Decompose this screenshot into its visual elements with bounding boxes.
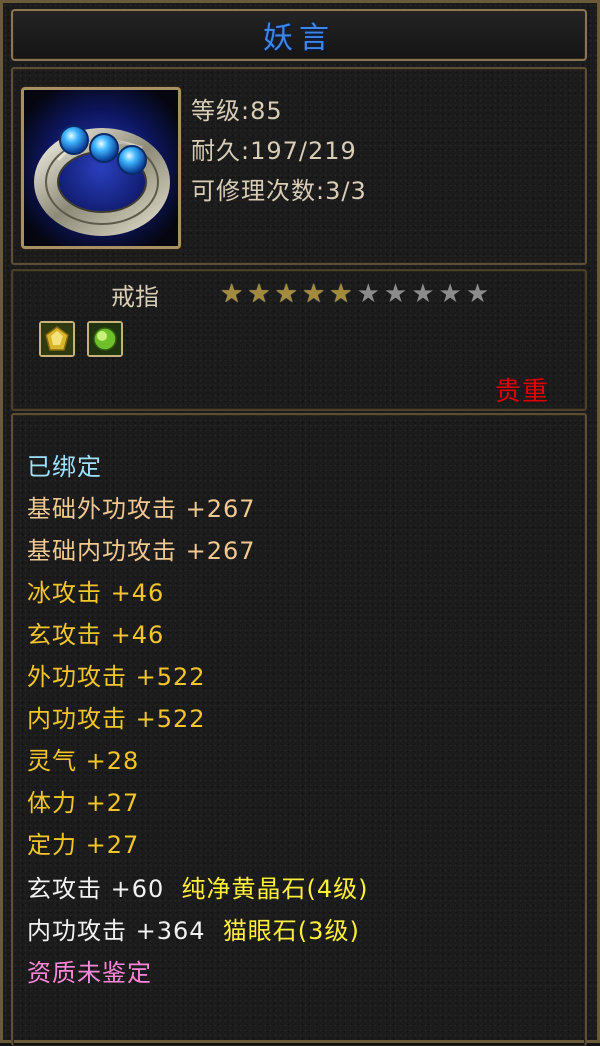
base-attribute: 基础内功攻击 +267 <box>27 537 256 565</box>
gem-name: 纯净黄晶石(4级) <box>181 875 369 903</box>
star-empty-icon: ★ <box>465 279 490 309</box>
gem-stat: 内功攻击 +364 <box>27 917 206 945</box>
gem-name: 猫眼石(3级) <box>222 917 360 945</box>
star-empty-icon: ★ <box>383 279 408 309</box>
star-empty-icon: ★ <box>411 279 435 309</box>
star-filled-icon: ★ <box>247 279 271 309</box>
bonus-attribute: 灵气 +28 <box>27 747 140 775</box>
star-filled-icon: ★ <box>301 279 326 309</box>
gem-slot-2[interactable] <box>87 321 123 357</box>
item-type-label: 戒指 <box>111 283 159 311</box>
star-rating: ★ ★ ★ ★ ★ ★ ★ ★ ★ ★ <box>220 281 489 307</box>
star-empty-icon: ★ <box>356 279 380 309</box>
bound-status: 已绑定 <box>27 453 102 481</box>
base-attribute: 基础外功攻击 +267 <box>27 495 256 523</box>
quality-status: 资质未鉴定 <box>27 959 152 987</box>
rarity-label: 贵重 <box>494 377 549 407</box>
star-filled-icon: ★ <box>274 279 298 309</box>
bonus-attribute: 内功攻击 +522 <box>27 705 206 733</box>
bonus-attribute: 体力 +27 <box>27 789 140 817</box>
green-gem-icon <box>89 323 121 355</box>
star-filled-icon: ★ <box>220 279 244 309</box>
item-name: 妖言 <box>263 21 335 56</box>
repair-count-info: 可修理次数:3/3 <box>191 177 367 205</box>
bonus-attribute: 定力 +27 <box>27 831 140 859</box>
bonus-attribute: 玄攻击 +46 <box>27 621 165 649</box>
gem-attribute: 玄攻击 +60 纯净黄晶石(4级) <box>27 869 369 904</box>
star-empty-icon: ★ <box>438 279 462 309</box>
bonus-attribute: 外功攻击 +522 <box>27 663 206 691</box>
level-info: 等级:85 <box>191 97 283 125</box>
star-filled-icon: ★ <box>329 279 353 309</box>
yellow-gem-icon <box>41 323 73 355</box>
bonus-attribute: 冰攻击 +46 <box>27 579 165 607</box>
item-icon-frame <box>21 87 181 249</box>
gem-slot-1[interactable] <box>39 321 75 357</box>
gem-stat: 玄攻击 +60 <box>27 875 165 903</box>
ring-icon <box>24 90 178 246</box>
gem-attribute: 内功攻击 +364 猫眼石(3级) <box>27 911 360 946</box>
title-bar: 妖言 <box>11 9 587 61</box>
item-tooltip: 妖言 等级:85 耐久:197/219 可修理次数:3/3 戒指 ★ ★ ★ ★… <box>0 0 600 1046</box>
durability-info: 耐久:197/219 <box>191 137 357 165</box>
